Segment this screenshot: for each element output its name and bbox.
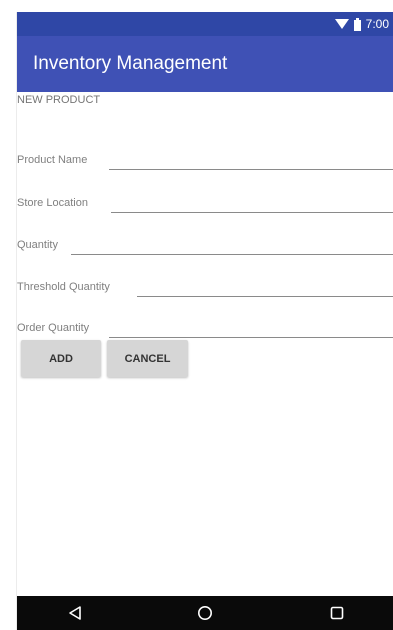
product-name-input[interactable]	[109, 148, 393, 170]
back-button[interactable]	[45, 596, 105, 630]
navigation-bar	[17, 596, 393, 630]
home-icon	[198, 606, 212, 620]
quantity-field: Quantity	[17, 229, 393, 255]
status-icons: 7:00	[334, 16, 389, 32]
threshold-quantity-label: Threshold Quantity	[17, 281, 110, 293]
quantity-input[interactable]	[71, 233, 393, 255]
order-quantity-field: Order Quantity	[17, 312, 393, 338]
threshold-quantity-input[interactable]	[137, 275, 393, 297]
cancel-button[interactable]: CANCEL	[107, 340, 188, 377]
order-quantity-label: Order Quantity	[17, 322, 90, 334]
product-name-label: Product Name	[17, 154, 88, 166]
section-title: NEW PRODUCT	[17, 94, 101, 106]
quantity-label: Quantity	[17, 239, 58, 251]
store-location-input[interactable]	[111, 191, 393, 213]
store-location-field: Store Location	[17, 187, 393, 213]
app-title: Inventory Management	[33, 53, 228, 74]
recents-icon	[330, 606, 344, 620]
status-time: 7:00	[365, 17, 389, 31]
status-bar: 7:00	[17, 12, 393, 36]
recents-button[interactable]	[307, 596, 367, 630]
wifi-icon	[334, 19, 349, 29]
store-location-label: Store Location	[17, 197, 88, 209]
battery-icon	[353, 17, 361, 31]
app-bar: Inventory Management	[17, 36, 393, 92]
app-screen: 7:00 Inventory Management NEW PRODUCT Pr…	[16, 12, 393, 630]
order-quantity-input[interactable]	[109, 316, 393, 338]
back-icon	[69, 606, 81, 620]
threshold-quantity-field: Threshold Quantity	[17, 271, 393, 297]
home-button[interactable]	[175, 596, 235, 630]
product-name-field: Product Name	[17, 144, 393, 170]
add-button[interactable]: ADD	[21, 340, 101, 377]
